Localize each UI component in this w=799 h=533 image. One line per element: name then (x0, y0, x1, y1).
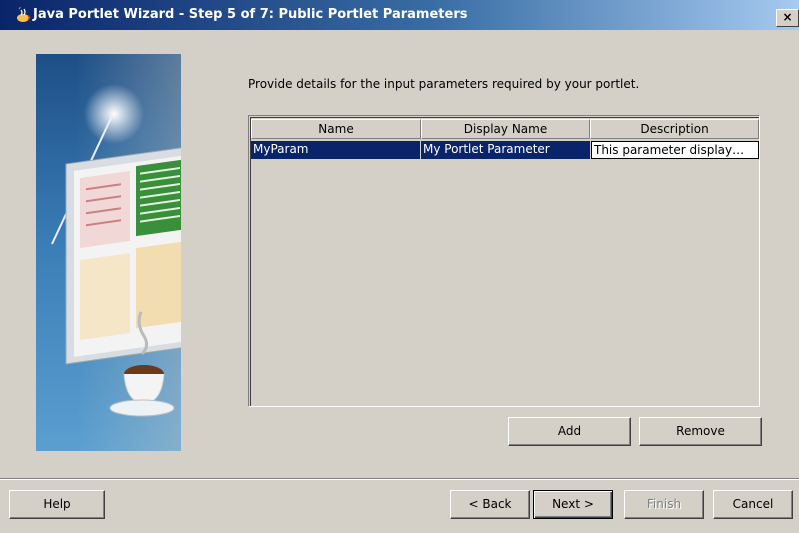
close-button[interactable]: × (776, 9, 799, 27)
remove-button[interactable]: Remove (639, 417, 762, 446)
title-bar: Java Portlet Wizard - Step 5 of 7: Publi… (0, 0, 799, 30)
column-header-description[interactable]: Description (590, 119, 759, 139)
finish-button: Finish (624, 490, 704, 519)
column-header-name[interactable]: Name (251, 119, 421, 139)
cancel-button[interactable]: Cancel (713, 490, 793, 519)
next-button[interactable]: Next > (533, 490, 613, 519)
footer-separator (0, 478, 799, 480)
cell-display-name[interactable]: My Portlet Parameter (421, 141, 591, 159)
parameters-table[interactable]: Name Display Name Description MyParam My… (248, 115, 760, 407)
column-header-display-name[interactable]: Display Name (421, 119, 590, 139)
close-icon: × (782, 10, 793, 24)
help-button[interactable]: Help (9, 490, 105, 519)
add-button[interactable]: Add (508, 417, 631, 446)
cell-name[interactable]: MyParam (251, 141, 421, 159)
back-button[interactable]: < Back (450, 490, 530, 519)
instruction-text: Provide details for the input parameters… (248, 77, 640, 91)
window-title: Java Portlet Wizard - Step 5 of 7: Publi… (33, 7, 468, 22)
cell-description-editor[interactable]: This parameter display… (591, 141, 759, 159)
table-row[interactable]: MyParam My Portlet Parameter This parame… (251, 141, 759, 159)
java-wizard-icon (17, 7, 31, 22)
wizard-illustration (36, 54, 181, 451)
